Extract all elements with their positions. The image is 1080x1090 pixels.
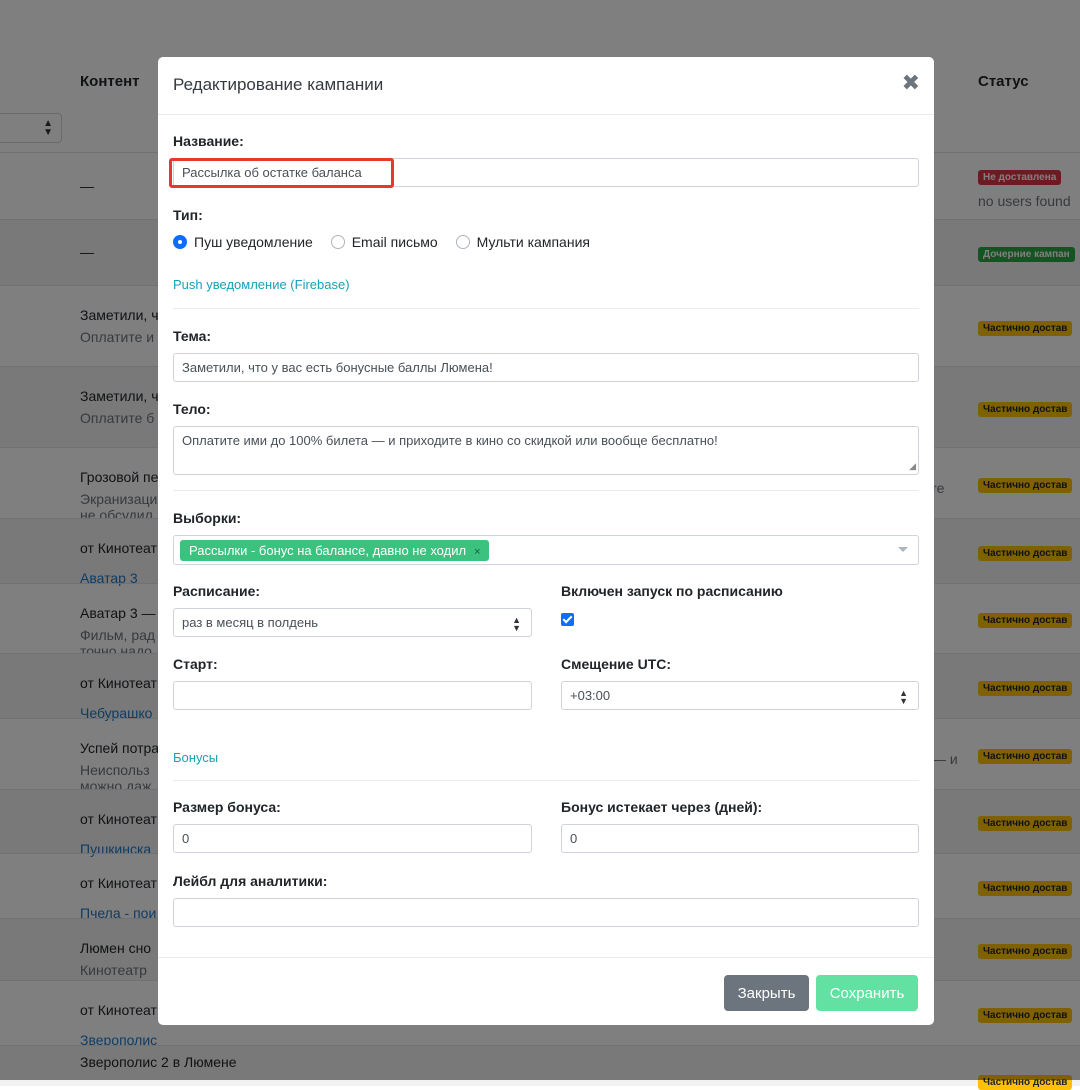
bonus-size-value: 0	[182, 831, 190, 846]
subject-input[interactable]: Заметили, что у вас есть бонусные баллы …	[173, 353, 919, 382]
schedule-select[interactable]: раз в месяц в полдень ▲ ▼	[173, 608, 532, 637]
divider	[173, 308, 919, 309]
subject-label: Тема:	[173, 328, 212, 344]
schedule-label: Расписание:	[173, 583, 261, 599]
bonus-expire-input[interactable]: 0	[561, 824, 919, 853]
radio-push[interactable]	[173, 235, 187, 250]
schedule-enabled-label: Включен запуск по расписанию	[561, 583, 783, 599]
start-input[interactable]	[173, 681, 532, 710]
radio-email[interactable]	[330, 235, 345, 250]
radio-email-label[interactable]: Email письмо	[352, 234, 438, 250]
segment-tag-label: Рассылки - бонус на балансе, давно не хо…	[189, 543, 467, 558]
select-arrows-icon: ▲▼	[899, 688, 908, 706]
schedule-enabled-checkbox[interactable]	[561, 613, 574, 626]
analytics-input[interactable]	[173, 898, 919, 927]
tag-remove-icon[interactable]: ×	[474, 546, 480, 558]
start-label: Старт:	[173, 656, 218, 672]
bonus-size-label: Размер бонуса:	[173, 799, 281, 815]
utc-select-value: +03:00	[570, 688, 611, 703]
edit-campaign-modal: Редактирование кампании ✖ Название: Расс…	[158, 57, 934, 1025]
type-radio-group: Пуш уведомление Email письмо Мульти камп…	[173, 233, 604, 253]
resize-handle-icon[interactable]: ◢	[909, 461, 916, 472]
chevron-down-icon[interactable]	[898, 547, 908, 552]
segment-tag: Рассылки - бонус на балансе, давно не хо…	[180, 540, 489, 561]
analytics-label: Лейбл для аналитики:	[173, 873, 328, 889]
close-button[interactable]: Закрыть	[724, 975, 809, 1011]
divider	[173, 780, 919, 781]
select-arrows-icon: ▲▼	[512, 615, 521, 633]
modal-title: Редактирование кампании	[173, 75, 384, 94]
save-button[interactable]: Сохранить	[816, 975, 918, 1011]
radio-multi[interactable]	[455, 235, 470, 250]
type-label: Тип:	[173, 207, 203, 223]
divider	[173, 490, 919, 491]
bonus-expire-label: Бонус истекает через (дней):	[561, 799, 763, 815]
close-icon[interactable]: ✖	[902, 71, 920, 95]
body-textarea[interactable]: Оплатите ими до 100% билета — и приходит…	[173, 426, 919, 475]
body-label: Тело:	[173, 401, 211, 417]
utc-label: Смещение UTC:	[561, 656, 672, 672]
utc-select[interactable]: +03:00 ▲ ▼	[561, 681, 919, 710]
bonus-expire-value: 0	[570, 831, 578, 846]
highlight-box	[169, 158, 394, 188]
segments-multiselect[interactable]: Рассылки - бонус на балансе, давно не хо…	[173, 535, 919, 565]
modal-header: Редактирование кампании ✖	[158, 57, 934, 115]
body-textarea-value: Оплатите ими до 100% билета — и приходит…	[182, 433, 718, 448]
name-label: Название:	[173, 133, 244, 149]
bonus-section-title: Бонусы	[173, 750, 219, 765]
bonus-size-input[interactable]: 0	[173, 824, 532, 853]
push-section-title: Push уведомление (Firebase)	[173, 277, 350, 292]
modal-footer: Закрыть Сохранить	[158, 957, 934, 1025]
schedule-select-value: раз в месяц в полдень	[182, 615, 319, 630]
subject-input-value: Заметили, что у вас есть бонусные баллы …	[182, 360, 493, 375]
radio-push-label[interactable]: Пуш уведомление	[194, 234, 313, 250]
segments-label: Выборки:	[173, 510, 242, 526]
radio-multi-label[interactable]: Мульти кампания	[477, 234, 590, 250]
